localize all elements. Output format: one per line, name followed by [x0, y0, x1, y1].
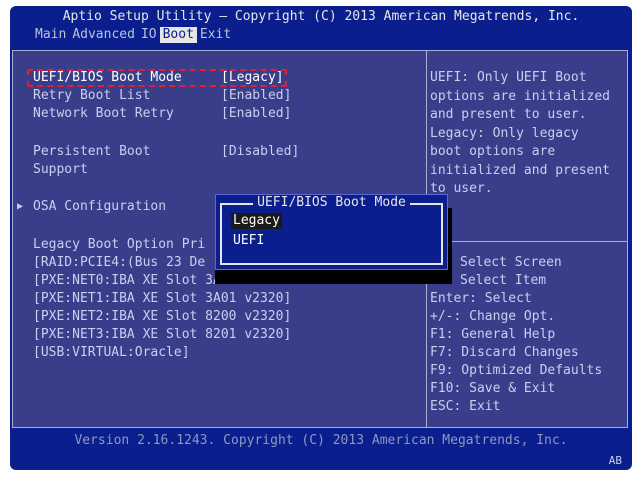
boot-mode-value[interactable]: [Legacy] [221, 69, 284, 87]
tab-boot[interactable]: Boot [159, 27, 197, 43]
persistent-boot-value[interactable]: [Disabled] [221, 143, 299, 161]
tab-main[interactable]: Main [32, 27, 69, 43]
popup-option-uefi[interactable]: UEFI [231, 233, 266, 249]
popup-title: UEFI/BIOS Boot Mode [222, 195, 441, 210]
osa-configuration-link[interactable]: OSA Configuration [33, 198, 166, 216]
help-line-1: options are initialized [430, 88, 611, 104]
footer-corner: AB [608, 454, 622, 467]
persistent-boot-label-2: Support [33, 162, 88, 177]
boot-mode-popup: UEFI/BIOS Boot Mode Legacy UEFI [215, 194, 448, 270]
key-f1: F1: General Help [430, 327, 556, 342]
popup-option-legacy[interactable]: Legacy [231, 213, 282, 229]
tab-io[interactable]: IO [138, 27, 160, 43]
help-line-3: Legacy: Only legacy [430, 125, 579, 141]
legacy-boot-header: Legacy Boot Option Pri [33, 237, 206, 252]
boot-mode-label[interactable]: UEFI/BIOS Boot Mode [33, 69, 182, 87]
footer-text: Version 2.16.1243. Copyright (C) 2013 Am… [74, 433, 568, 448]
network-boot-retry-label[interactable]: Network Boot Retry [33, 105, 174, 123]
help-line-2: and present to user. [430, 107, 587, 122]
tab-exit[interactable]: Exit [197, 27, 234, 43]
header-title: Aptio Setup Utility – Copyright (C) 2013… [62, 9, 580, 24]
key-enter: Enter: Select [430, 291, 532, 306]
popup-box: UEFI/BIOS Boot Mode Legacy UEFI [220, 195, 443, 265]
boot-option-5[interactable]: [USB:VIRTUAL:Oracle] [33, 344, 190, 362]
retry-boot-list-value[interactable]: [Enabled] [221, 87, 291, 105]
help-line-0: UEFI: Only UEFI Boot [430, 70, 587, 85]
submenu-arrow-icon: ▶ [17, 201, 24, 212]
boot-option-0[interactable]: [RAID:PCIE4:(Bus 23 De [33, 254, 205, 272]
key-select-screen: Select Screen [460, 255, 562, 270]
key-change: +/-: Change Opt. [430, 309, 556, 324]
persistent-boot-label[interactable]: Persistent Boot [33, 143, 150, 161]
key-f7: F7: Discard Changes [430, 345, 579, 360]
popup-shadow [215, 270, 449, 284]
key-select-item: Select Item [460, 273, 547, 288]
help-divider [427, 241, 627, 242]
help-line-5: initialized and present [430, 162, 611, 178]
bios-window: Aptio Setup Utility – Copyright (C) 2013… [10, 6, 632, 470]
key-f10: F10: Save & Exit [430, 381, 556, 396]
retry-boot-list-label[interactable]: Retry Boot List [33, 87, 150, 105]
key-esc: ESC: Exit [430, 399, 501, 414]
boot-option-2[interactable]: [PXE:NET1:IBA XE Slot 3A01 v2320] [33, 290, 291, 308]
top-menu: Main Advanced IO Boot Exit [32, 27, 234, 43]
popup-title-text: UEFI/BIOS Boot Mode [253, 195, 410, 210]
tab-advanced[interactable]: Advanced [69, 27, 138, 43]
boot-option-3[interactable]: [PXE:NET2:IBA XE Slot 8200 v2320] [33, 308, 291, 326]
help-line-4: boot options are [430, 144, 556, 159]
key-f9: F9: Optimized Defaults [430, 363, 603, 378]
boot-option-4[interactable]: [PXE:NET3:IBA XE Slot 8201 v2320] [33, 326, 291, 344]
network-boot-retry-value[interactable]: [Enabled] [221, 105, 291, 123]
boot-option-1[interactable]: [PXE:NET0:IBA XE Slot 3A [33, 272, 221, 290]
